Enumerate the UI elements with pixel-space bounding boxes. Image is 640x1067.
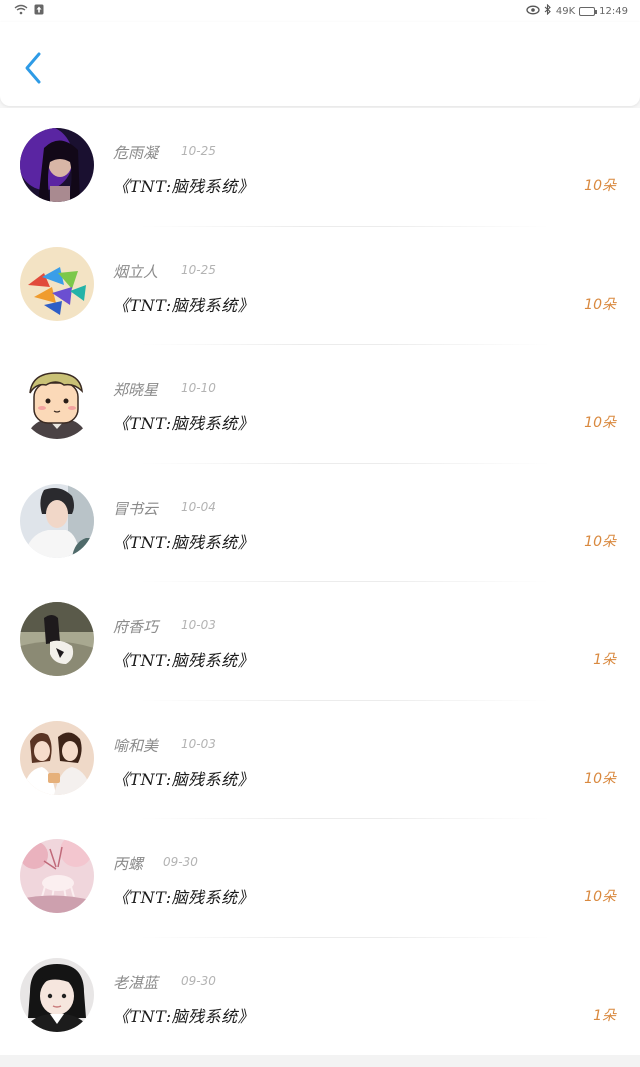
- back-button[interactable]: [18, 48, 50, 88]
- book-title: 《TNT:脑残系统》: [113, 769, 255, 789]
- book-title: 《TNT:脑残系统》: [113, 414, 255, 433]
- status-right: 49K 12:49: [526, 3, 628, 18]
- user-name: 郑晓星: [113, 381, 159, 399]
- avatar: [20, 365, 94, 439]
- avatar: [20, 246, 94, 321]
- header-bar: [0, 22, 640, 106]
- date: 09-30: [181, 973, 216, 988]
- list-item[interactable]: 冒书云 10-04 《TNT:脑残系统》 10朵: [0, 463, 640, 582]
- list-item[interactable]: 烟立人 10-25 《TNT:脑残系统》 10朵: [0, 226, 640, 345]
- user-name: 冒书云: [113, 499, 159, 518]
- date: 10-25: [181, 262, 216, 277]
- flower-count: 10朵: [584, 178, 616, 194]
- user-name: 烟立人: [113, 262, 159, 281]
- bluetooth-icon: [544, 3, 552, 18]
- status-bar: 49K 12:49: [0, 0, 640, 22]
- avatar: [20, 483, 94, 558]
- book-title: 《TNT:脑残系统》: [113, 177, 255, 196]
- user-name: 喻和美: [113, 736, 159, 755]
- gift-record-list: 危雨凝 10-25 《TNT:脑残系统》 10朵 烟立人 10-25 《TNT:…: [0, 108, 640, 1056]
- user-name: 丙螺: [113, 855, 144, 873]
- user-name: 老湛蓝: [113, 973, 159, 992]
- flower-count: 10朵: [584, 770, 616, 787]
- book-title: 《TNT:脑残系统》: [113, 532, 255, 552]
- book-title: 《TNT:脑残系统》: [113, 295, 255, 315]
- book-title: 《TNT:脑残系统》: [113, 888, 255, 907]
- user-name: 危雨凝: [113, 144, 159, 162]
- upload-icon: [34, 4, 44, 18]
- list-item[interactable]: 喻和美 10-03 《TNT:脑残系统》 10朵: [0, 700, 640, 819]
- book-title: 《TNT:脑残系统》: [113, 1006, 255, 1026]
- battery-icon: [579, 6, 598, 16]
- clock: 12:49: [599, 5, 628, 17]
- date: 10-04: [181, 499, 216, 514]
- list-item[interactable]: 老湛蓝 09-30 《TNT:脑残系统》 1朵: [0, 937, 640, 1056]
- avatar: [20, 720, 94, 795]
- date: 10-10: [181, 381, 216, 395]
- user-name: 府香巧: [113, 618, 159, 636]
- list-item[interactable]: 府香巧 10-03 《TNT:脑残系统》 1朵: [0, 582, 640, 701]
- flower-count: 10朵: [584, 415, 616, 431]
- flower-count: 10朵: [584, 889, 616, 905]
- eye-icon: [526, 5, 540, 18]
- list-item[interactable]: 丙螺 09-30 《TNT:脑残系统》 10朵: [0, 819, 640, 938]
- list-item[interactable]: 郑晓星 10-10 《TNT:脑残系统》 10朵: [0, 345, 640, 464]
- date: 10-03: [181, 736, 216, 751]
- book-title: 《TNT:脑残系统》: [113, 651, 255, 670]
- date: 10-25: [181, 144, 216, 158]
- avatar: [20, 839, 94, 913]
- bottom-bar: [0, 1055, 640, 1067]
- flower-count: 1朵: [593, 1007, 616, 1024]
- chevron-left-icon: [25, 52, 41, 84]
- avatar: [20, 128, 94, 202]
- flower-count: 1朵: [593, 652, 616, 668]
- flower-count: 10朵: [584, 296, 616, 313]
- avatar: [20, 957, 94, 1032]
- network-speed: 49K: [555, 5, 576, 17]
- avatar: [20, 602, 94, 676]
- wifi-icon: [14, 4, 28, 18]
- list-item[interactable]: 危雨凝 10-25 《TNT:脑残系统》 10朵: [0, 108, 640, 227]
- date: 09-30: [163, 855, 198, 869]
- flower-count: 10朵: [584, 533, 616, 550]
- date: 10-03: [181, 618, 216, 632]
- status-left: [14, 4, 44, 18]
